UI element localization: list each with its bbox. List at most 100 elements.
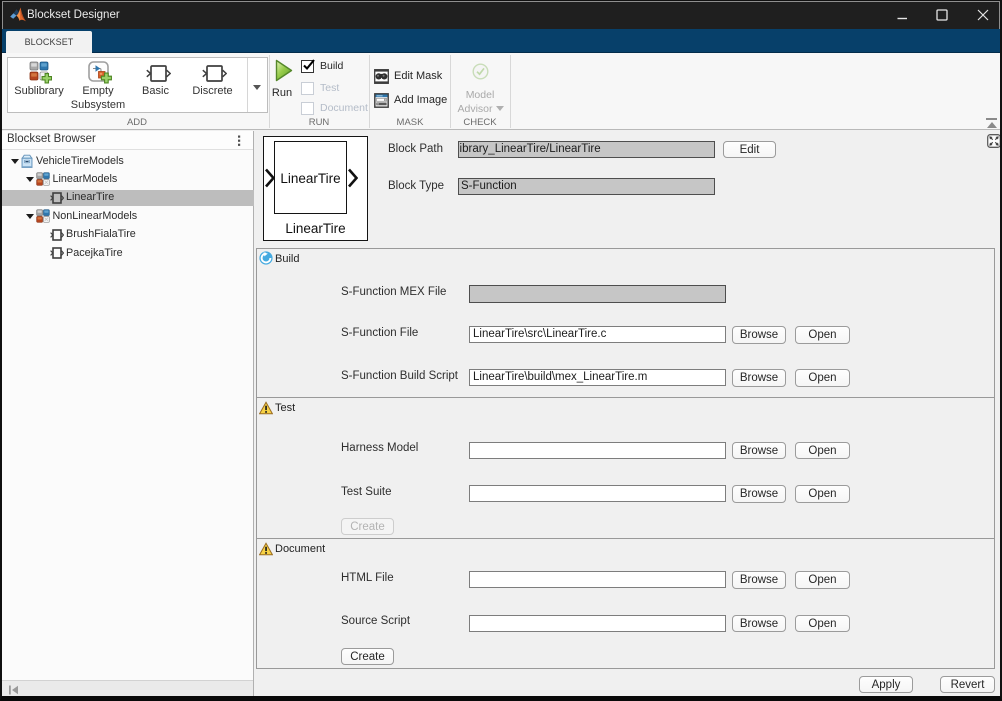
section-label-add: ADD	[62, 116, 212, 130]
run-label: Run	[267, 87, 297, 99]
collapse-ribbon-button[interactable]	[986, 118, 998, 128]
section-label-mask: MASK	[370, 116, 450, 130]
section-separator	[510, 55, 511, 128]
tree-item-icon	[50, 246, 64, 264]
edit-button[interactable]: Edit	[723, 141, 776, 159]
tree-item-LinearTire[interactable]: LinearTire	[2, 189, 254, 207]
gallery-dropdown-button[interactable]	[247, 58, 267, 112]
section-title: Test	[275, 402, 295, 414]
document-checkbox-label: Document	[320, 102, 368, 115]
expand-panel-icon[interactable]	[987, 134, 1001, 148]
field-input[interactable]: LinearTire\build\mex_LinearTire.m	[469, 369, 726, 386]
empty-subsystem-icon	[88, 61, 114, 87]
field-label: HTML File	[341, 572, 394, 584]
block-path-field[interactable]: library_LinearTire/LinearTire	[458, 141, 715, 158]
add-image-icon	[374, 93, 389, 108]
window-title: Blockset Designer	[27, 1, 120, 29]
field-label: Source Script	[341, 615, 410, 627]
browse-button[interactable]: Browse	[732, 615, 786, 633]
section-title: Document	[275, 543, 325, 555]
expander-arrow-icon[interactable]	[11, 159, 19, 164]
open-button[interactable]: Open	[795, 485, 850, 503]
open-button[interactable]: Open	[795, 442, 850, 460]
test-checkbox-label: Test	[320, 82, 339, 95]
warning-icon	[259, 542, 273, 556]
browse-button[interactable]: Browse	[732, 326, 786, 344]
collapse-ribbon-icon	[987, 122, 997, 128]
tab-blockset[interactable]: BLOCKSET	[6, 31, 92, 53]
build-progress-icon	[259, 251, 273, 265]
tree-item-NonLinearModels[interactable]: NonLinearModels	[2, 207, 254, 225]
panel-bottom-bar	[2, 680, 253, 697]
browse-button[interactable]: Browse	[732, 369, 786, 387]
toolstrip: Sublibrary Empty Subsystem	[2, 53, 1000, 130]
tree-item-BrushFialaTire[interactable]: BrushFialaTire	[2, 226, 254, 244]
model-advisor-label-line1: Model	[451, 89, 509, 101]
kebab-menu-icon[interactable]	[233, 135, 245, 147]
create-document-button[interactable]: Create	[341, 648, 394, 666]
sublibrary-icon	[36, 209, 50, 223]
minimize-button[interactable]	[883, 1, 921, 29]
tree-item-label: BrushFialaTire	[66, 228, 136, 240]
body-area: Blockset Browser VehicleTireModels Linea…	[2, 131, 1000, 697]
field-input[interactable]	[469, 615, 726, 632]
field-input[interactable]	[469, 485, 726, 502]
toolstrip-tab-band: BLOCKSET	[2, 29, 1000, 53]
tree-item-LinearModels[interactable]: LinearModels	[2, 170, 254, 188]
run-icon	[275, 59, 293, 82]
tree-item-label: NonLinearModels	[53, 210, 138, 222]
browser-header: Blockset Browser	[2, 131, 253, 150]
block-input-port-icon	[265, 168, 275, 188]
browse-button[interactable]: Browse	[732, 571, 786, 589]
open-button[interactable]: Open	[795, 369, 850, 387]
expander-arrow-icon[interactable]	[26, 214, 34, 219]
add-image-label: Add Image	[394, 94, 447, 106]
block-preview-block: LinearTire	[274, 141, 347, 214]
block-type-field[interactable]: S-Function	[458, 178, 715, 195]
gallery-item-basic[interactable]: Basic	[127, 58, 184, 112]
gallery-item-label: Empty	[69, 86, 127, 97]
browse-button[interactable]: Browse	[732, 485, 786, 503]
collapse-panel-icon[interactable]	[8, 685, 19, 695]
tree-item-PacejkaTire[interactable]: PacejkaTire	[2, 244, 254, 262]
field-input[interactable]	[469, 442, 726, 459]
create-test-button[interactable]: Create	[341, 518, 394, 536]
revert-button[interactable]: Revert	[940, 676, 995, 694]
check-icon	[301, 58, 316, 72]
sublibrary-icon	[29, 61, 52, 85]
field-input[interactable]	[469, 571, 726, 588]
open-button[interactable]: Open	[795, 571, 850, 589]
sublibrary-icon	[36, 172, 50, 186]
expander-arrow-icon[interactable]	[26, 177, 34, 182]
tree-item-label: PacejkaTire	[66, 247, 123, 259]
build-checkbox[interactable]	[301, 60, 314, 73]
gallery-item-discrete[interactable]: Discrete	[184, 58, 241, 112]
app-window: Blockset Designer BLOCKSET	[0, 0, 1002, 701]
field-input[interactable]: LinearTire\src\LinearTire.c	[469, 326, 726, 343]
block-type-label: Block Type	[388, 180, 444, 192]
field-input[interactable]	[469, 285, 726, 303]
document-checkbox[interactable]	[301, 102, 314, 115]
field-label: S-Function Build Script	[341, 370, 458, 382]
collapse-ribbon-bar	[986, 118, 997, 120]
title-bar: Blockset Designer	[2, 1, 1000, 29]
matlab-logo-icon	[10, 7, 26, 22]
discrete-block-icon	[202, 65, 227, 82]
gallery-item-empty-subsystem[interactable]: Empty Subsystem	[69, 58, 127, 112]
block-preview-caption: LinearTire	[264, 221, 367, 236]
close-button[interactable]	[964, 1, 1002, 29]
gallery-item-sublibrary[interactable]: Sublibrary	[8, 58, 70, 112]
open-button[interactable]: Open	[795, 615, 850, 633]
apply-button[interactable]: Apply	[859, 676, 913, 694]
test-checkbox[interactable]	[301, 82, 314, 95]
add-gallery: Sublibrary Empty Subsystem	[7, 57, 268, 113]
tree-item-VehicleTireModels[interactable]: VehicleTireModels	[2, 152, 254, 170]
detail-panel: LinearTire LinearTire Block Path library…	[255, 131, 1000, 697]
model-advisor-icon	[472, 63, 489, 80]
browse-button[interactable]: Browse	[732, 442, 786, 460]
open-button[interactable]: Open	[795, 326, 850, 344]
field-label: Harness Model	[341, 442, 418, 454]
tree-item-icon	[50, 191, 64, 209]
maximize-icon	[936, 9, 948, 21]
maximize-button[interactable]	[923, 1, 961, 29]
